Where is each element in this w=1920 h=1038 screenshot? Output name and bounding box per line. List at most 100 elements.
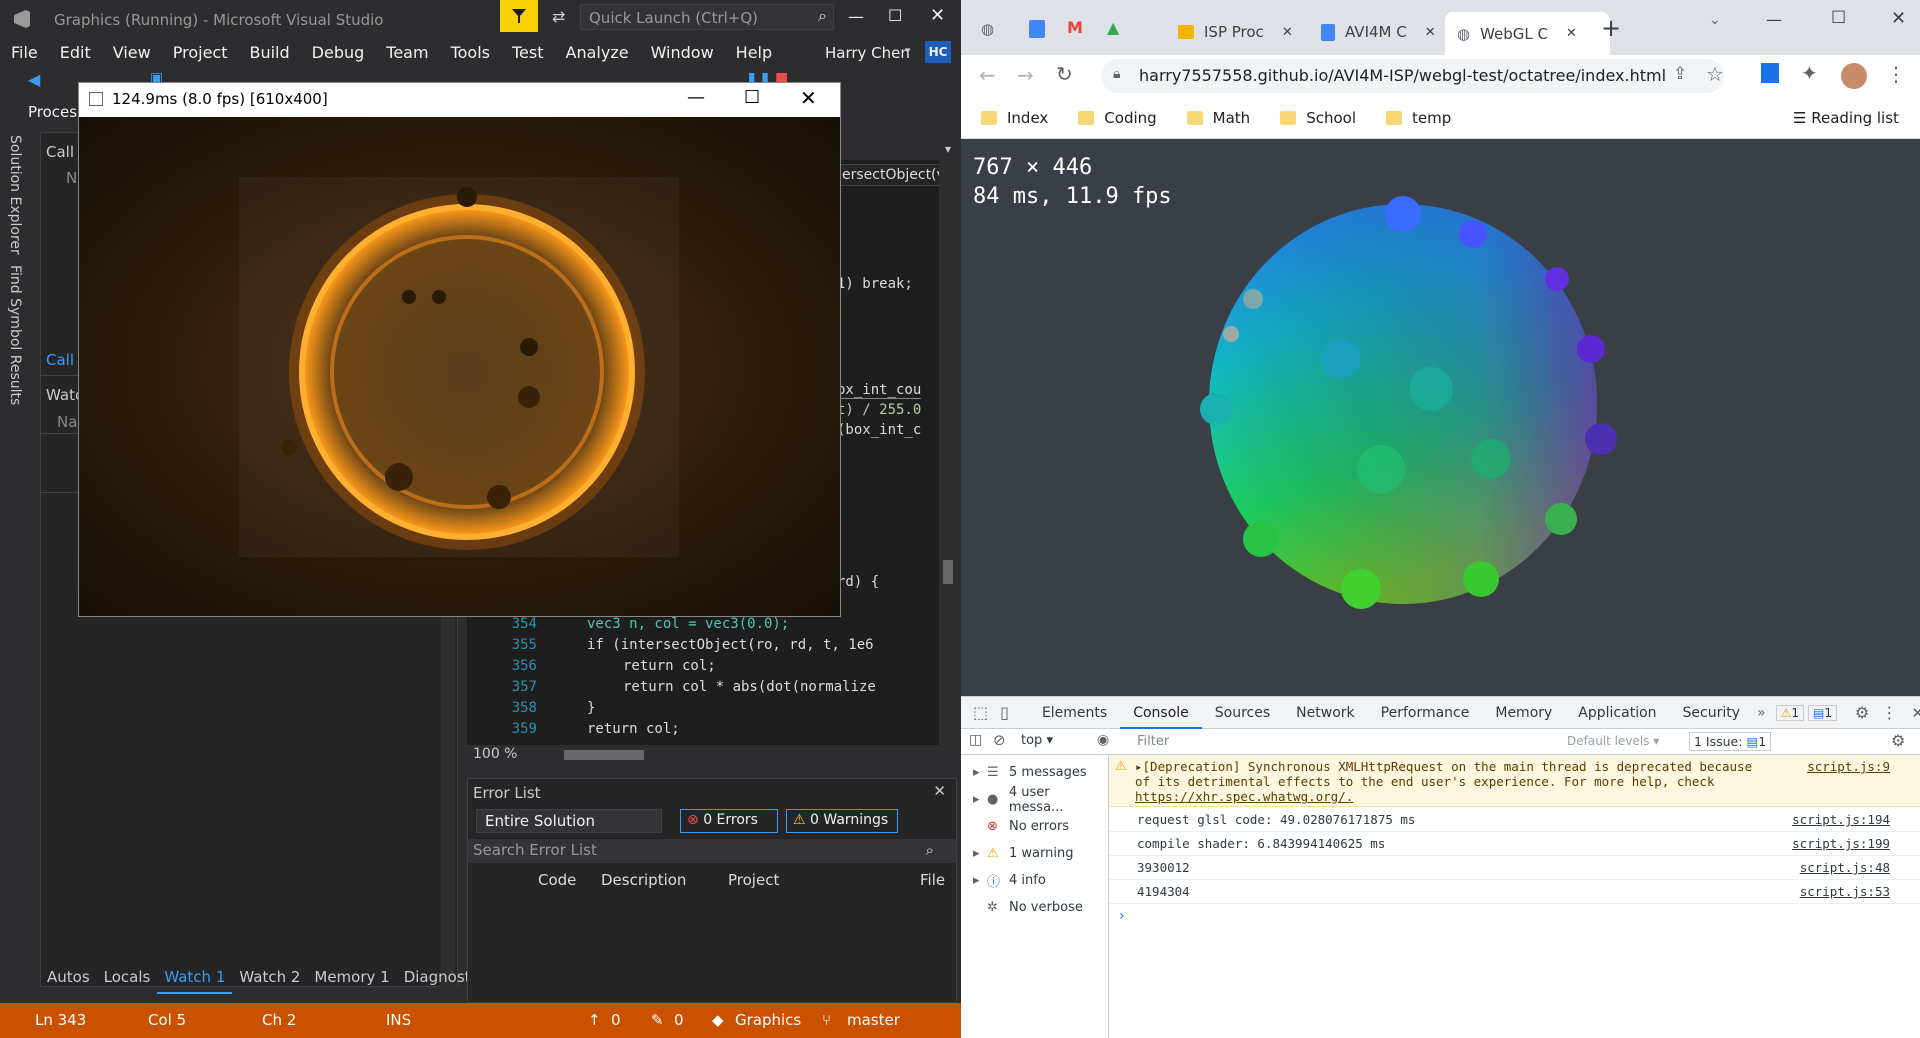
bookmark-index[interactable]: Index <box>981 109 1048 127</box>
horizontal-scrollbar-thumb[interactable] <box>564 750 644 760</box>
more-menu-icon[interactable]: ⋮ <box>1886 62 1906 86</box>
column-description[interactable]: Description <box>601 871 686 889</box>
close-icon[interactable]: ✕ <box>1911 704 1920 722</box>
devtools-tab-memory[interactable]: Memory <box>1482 705 1565 721</box>
warnings-counter[interactable]: ⚠1 <box>1775 704 1805 721</box>
close-icon[interactable]: ✕ <box>1566 26 1577 41</box>
warnings-filter-button[interactable]: ⚠ 0 Warnings <box>786 809 898 833</box>
gmail-icon[interactable]: M <box>1067 18 1083 37</box>
devtools-tab-console[interactable]: Console <box>1120 697 1202 729</box>
address-bar[interactable]: 🔒︎ harry7557558.github.io/AVI4M-ISP/webg… <box>1101 59 1724 93</box>
gear-icon[interactable]: ⚙ <box>1891 731 1905 750</box>
sidebar-info[interactable]: ▸ ⓘ 4 info <box>961 867 1108 894</box>
devtools-tab-elements[interactable]: Elements <box>1029 705 1120 721</box>
solution-explorer-tab[interactable]: Solution Explorer <box>7 135 23 255</box>
source-link[interactable]: script.js:9 <box>1807 759 1890 774</box>
bookmark-temp[interactable]: temp <box>1386 109 1451 127</box>
editor-vertical-scrollbar[interactable] <box>939 160 957 745</box>
tab-search-icon[interactable]: ⌄ <box>1709 12 1721 28</box>
console-prompt[interactable]: › <box>1109 904 1920 928</box>
devtools-tab-security[interactable]: Security <box>1670 705 1754 721</box>
url-text[interactable]: harry7557558.github.io/AVI4M-ISP/webgl-t… <box>1139 66 1666 85</box>
bookmark-star-icon[interactable]: ☆ <box>1706 62 1724 86</box>
source-link[interactable]: script.js:199 <box>1792 836 1890 851</box>
tab-isp-proc[interactable]: ISP Proc ✕ <box>1166 12 1305 52</box>
menu-build[interactable]: Build <box>238 43 300 62</box>
live-share-icon[interactable]: ⇄ <box>552 7 565 26</box>
source-link[interactable]: script.js:194 <box>1792 812 1890 827</box>
menu-window[interactable]: Window <box>640 43 725 62</box>
source-link[interactable]: script.js:48 <box>1800 860 1890 875</box>
tab-autos[interactable]: Autos <box>40 968 97 994</box>
globe-icon[interactable]: ◍ <box>981 20 994 38</box>
tab-webgl-active[interactable]: ◍ WebGL C ✕ <box>1445 12 1610 55</box>
maximize-button[interactable]: ☐ <box>888 6 902 25</box>
docs-icon[interactable] <box>1029 20 1045 38</box>
bookmark-math[interactable]: Math <box>1186 109 1250 127</box>
warning-link[interactable]: https://xhr.spec.whatwg.org/. <box>1135 789 1353 804</box>
minimize-button[interactable]: — <box>1766 10 1782 29</box>
quick-launch-input[interactable]: Quick Launch (Ctrl+Q) ⌕ <box>580 4 834 30</box>
devtools-tab-network[interactable]: Network <box>1283 705 1367 721</box>
sidebar-errors[interactable]: ⊗ No errors <box>961 813 1108 840</box>
messages-counter[interactable]: ▤1 <box>1808 704 1837 721</box>
close-icon[interactable]: ✕ <box>933 782 946 800</box>
tab-locals[interactable]: Locals <box>97 968 158 994</box>
profile-avatar[interactable] <box>1841 63 1867 89</box>
search-error-list-input[interactable]: Search Error List ⌕ <box>468 839 956 863</box>
pending-changes-count[interactable]: 0 <box>674 1011 684 1029</box>
devtools-tab-performance[interactable]: Performance <box>1368 705 1483 721</box>
log-levels-select[interactable]: Default levels ▾ <box>1567 734 1659 748</box>
sidebar-warnings[interactable]: ▸ ⚠ 1 warning <box>961 840 1108 867</box>
issues-button[interactable]: 1 Issue: ▤1 <box>1689 732 1772 751</box>
errors-filter-button[interactable]: ⊗ 0 Errors <box>680 809 778 833</box>
warning-message[interactable]: ▸[Deprecation] Synchronous XMLHttpReques… <box>1135 759 1755 804</box>
back-arrow-icon[interactable]: ← <box>979 63 996 87</box>
source-link[interactable]: script.js:53 <box>1800 884 1890 899</box>
close-button[interactable]: ✕ <box>930 5 945 26</box>
column-file[interactable]: File <box>920 871 945 889</box>
menu-project[interactable]: Project <box>162 43 239 62</box>
branch-name[interactable]: master <box>847 1011 900 1029</box>
close-button[interactable]: ✕ <box>1891 8 1906 29</box>
menu-tools[interactable]: Tools <box>440 43 501 62</box>
zoom-level[interactable]: 100 % <box>473 746 517 762</box>
context-select[interactable]: top ▾ <box>1021 733 1053 748</box>
maximize-button[interactable]: ☐ <box>1831 8 1846 28</box>
inspect-element-icon[interactable]: ⬚ <box>973 703 988 722</box>
share-icon[interactable]: ⇪ <box>1673 64 1687 84</box>
bookmark-coding[interactable]: Coding <box>1078 109 1157 127</box>
extension-download-icon[interactable] <box>1761 63 1779 83</box>
clear-console-icon[interactable]: ⊘ <box>993 731 1006 749</box>
new-tab-button[interactable]: + <box>1601 14 1621 42</box>
menu-view[interactable]: View <box>102 43 162 62</box>
devtools-tab-sources[interactable]: Sources <box>1202 705 1283 721</box>
minimize-button[interactable]: — <box>687 87 705 108</box>
webgl-viewport[interactable]: 767 × 446 84 ms, 11.9 fps <box>961 139 1920 696</box>
menu-team[interactable]: Team <box>375 43 439 62</box>
tab-call-stack[interactable]: Call <box>46 351 74 369</box>
sidebar-verbose[interactable]: ✲ No verbose <box>961 894 1108 921</box>
extensions-puzzle-icon[interactable]: ✦ <box>1801 61 1818 85</box>
devtools-tab-application[interactable]: Application <box>1565 705 1669 721</box>
menu-debug[interactable]: Debug <box>301 43 376 62</box>
back-arrow-icon[interactable]: ◀ <box>28 70 40 89</box>
render-canvas[interactable] <box>79 117 840 616</box>
find-symbol-results-tab[interactable]: Find Symbol Results <box>7 265 23 405</box>
reload-icon[interactable]: ↻ <box>1056 62 1073 86</box>
tab-memory-1[interactable]: Memory 1 <box>307 968 396 994</box>
bookmark-school[interactable]: School <box>1280 109 1356 127</box>
column-project[interactable]: Project <box>728 871 779 889</box>
tab-avi4m[interactable]: AVI4M C ✕ <box>1309 12 1448 52</box>
sidebar-user-messages[interactable]: ▸ ● 4 user messa... <box>961 785 1108 815</box>
menu-edit[interactable]: Edit <box>49 43 102 62</box>
menu-analyze[interactable]: Analyze <box>555 43 640 62</box>
drive-icon[interactable]: ▲ <box>1107 18 1119 37</box>
close-icon[interactable]: ✕ <box>1282 25 1293 40</box>
menu-file[interactable]: File <box>0 43 49 62</box>
close-button[interactable]: ✕ <box>800 86 817 110</box>
menu-help[interactable]: Help <box>725 43 783 62</box>
pending-push-count[interactable]: 0 <box>611 1011 621 1029</box>
scrollbar-thumb[interactable] <box>943 560 953 584</box>
column-code[interactable]: Code <box>538 871 576 889</box>
